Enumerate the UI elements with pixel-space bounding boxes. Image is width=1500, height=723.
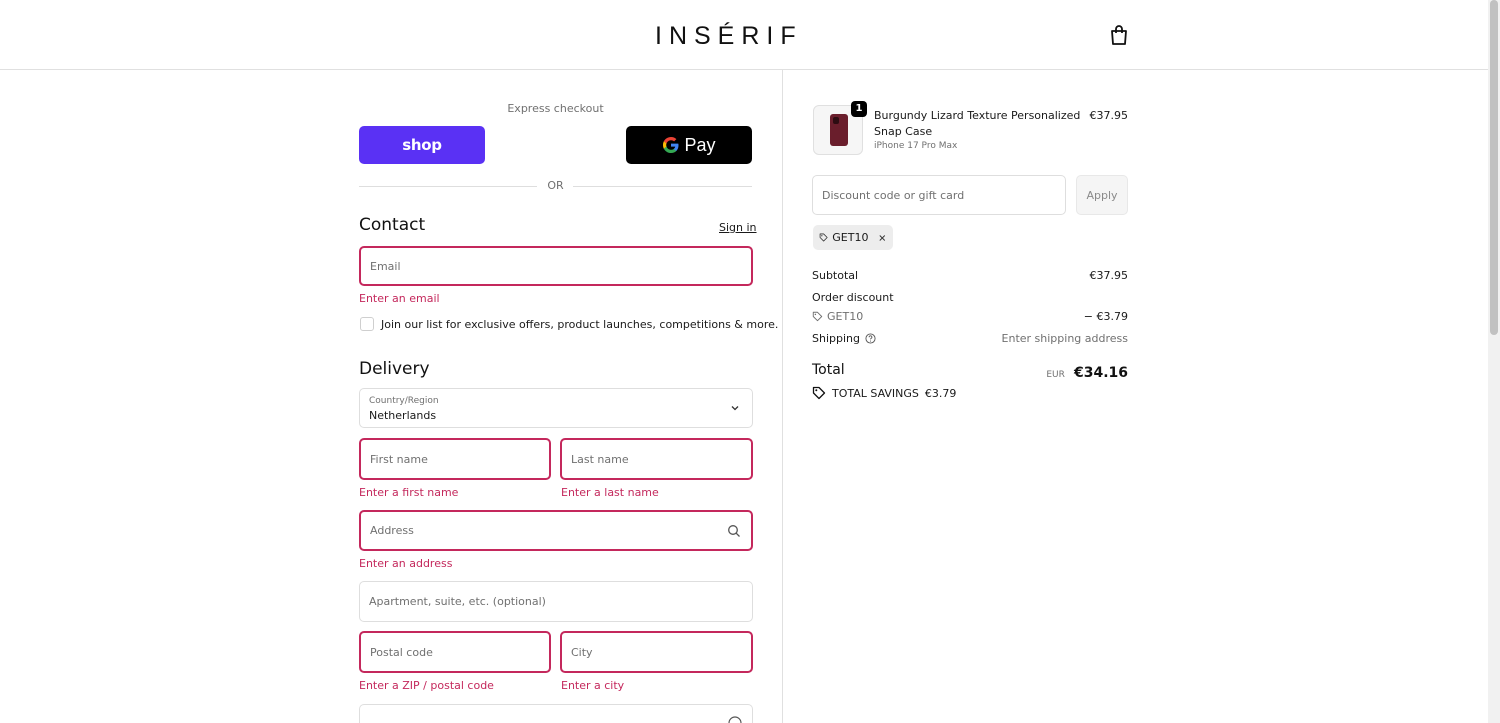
shipping-value: Enter shipping address bbox=[1001, 332, 1128, 345]
discount-code-field[interactable] bbox=[813, 176, 1065, 214]
discount-code-row: GET10 bbox=[812, 310, 863, 323]
newsletter-checkbox[interactable] bbox=[360, 317, 374, 331]
email-error: Enter an email bbox=[359, 292, 440, 305]
applied-code: GET10 bbox=[832, 231, 869, 244]
sign-in-link[interactable]: Sign in bbox=[719, 221, 757, 234]
last-name-field[interactable] bbox=[562, 440, 751, 478]
tag-icon bbox=[819, 233, 828, 242]
subtotal-label: Subtotal bbox=[812, 269, 859, 282]
scrollbar-thumb[interactable] bbox=[1490, 0, 1498, 335]
total-amount: €34.16 bbox=[1073, 365, 1128, 381]
phone-wrapper bbox=[359, 704, 753, 723]
discount-code-label: GET10 bbox=[827, 310, 864, 323]
total-value-group: EUR €34.16 bbox=[928, 362, 1128, 381]
product-price: €37.95 bbox=[1089, 109, 1129, 122]
discount-amount: − €3.79 bbox=[1083, 310, 1128, 323]
apartment-field[interactable] bbox=[360, 582, 752, 621]
quantity-badge: 1 bbox=[851, 101, 867, 117]
newsletter-label: Join our list for exclusive offers, prod… bbox=[381, 318, 779, 331]
subtotal-value: €37.95 bbox=[1089, 269, 1129, 282]
google-pay-button[interactable]: Pay bbox=[626, 126, 752, 164]
apply-discount-button[interactable]: Apply bbox=[1076, 175, 1128, 215]
total-savings: TOTAL SAVINGS €3.79 bbox=[812, 386, 956, 400]
address-wrapper bbox=[359, 510, 753, 551]
tag-icon bbox=[812, 386, 826, 400]
shipping-row: Shipping bbox=[812, 332, 876, 345]
shop-pay-button[interactable]: shop bbox=[359, 126, 485, 164]
city-error: Enter a city bbox=[561, 679, 625, 692]
product-variant: iPhone 17 Pro Max bbox=[874, 141, 958, 151]
help-circle-icon[interactable] bbox=[865, 333, 876, 344]
address-field[interactable] bbox=[361, 512, 751, 549]
savings-value: €3.79 bbox=[924, 386, 957, 400]
shipping-label: Shipping bbox=[812, 332, 860, 345]
country-value: Netherlands bbox=[369, 409, 437, 422]
product-name: Burgundy Lizard Texture Personalized Sna… bbox=[874, 109, 1081, 138]
postal-code-error: Enter a ZIP / postal code bbox=[359, 679, 494, 692]
contact-title: Contact bbox=[359, 215, 426, 235]
column-divider bbox=[782, 70, 783, 723]
email-field[interactable] bbox=[361, 248, 751, 284]
country-label: Country/Region bbox=[369, 396, 439, 406]
express-checkout-label: Express checkout bbox=[507, 102, 604, 115]
scrollbar[interactable] bbox=[1488, 0, 1500, 723]
header: INSÉRIF bbox=[0, 0, 1488, 70]
total-label: Total bbox=[812, 362, 845, 378]
delivery-title: Delivery bbox=[359, 359, 430, 379]
last-name-wrapper bbox=[560, 438, 753, 480]
help-circle-icon[interactable] bbox=[728, 716, 742, 723]
camera-cutout bbox=[833, 117, 839, 124]
country-select[interactable]: Country/Region Netherlands bbox=[359, 388, 753, 428]
city-field[interactable] bbox=[562, 633, 751, 671]
google-g-icon bbox=[663, 137, 679, 153]
city-wrapper bbox=[560, 631, 753, 673]
search-icon[interactable] bbox=[727, 524, 741, 538]
first-name-wrapper bbox=[359, 438, 551, 480]
first-name-field[interactable] bbox=[361, 440, 549, 478]
applied-discount-chip: GET10 bbox=[813, 225, 893, 250]
currency-code: EUR bbox=[1046, 370, 1065, 380]
savings-label: TOTAL SAVINGS bbox=[832, 386, 919, 400]
order-discount-label: Order discount bbox=[812, 291, 894, 304]
tag-icon bbox=[812, 311, 823, 322]
phone-field[interactable] bbox=[360, 705, 752, 723]
store-logo[interactable]: INSÉRIF bbox=[655, 22, 803, 51]
remove-discount-icon[interactable] bbox=[878, 232, 887, 244]
first-name-error: Enter a first name bbox=[359, 486, 459, 499]
address-error: Enter an address bbox=[359, 557, 453, 570]
email-field-wrapper bbox=[359, 246, 753, 286]
discount-wrapper bbox=[812, 175, 1066, 215]
chevron-down-icon bbox=[731, 406, 739, 411]
postal-code-wrapper bbox=[359, 631, 551, 673]
apartment-wrapper bbox=[359, 581, 753, 622]
or-divider: OR bbox=[359, 179, 752, 193]
last-name-error: Enter a last name bbox=[561, 486, 659, 499]
bag-icon[interactable] bbox=[1109, 24, 1129, 46]
gpay-label: Pay bbox=[684, 134, 716, 155]
postal-code-field[interactable] bbox=[361, 633, 549, 671]
